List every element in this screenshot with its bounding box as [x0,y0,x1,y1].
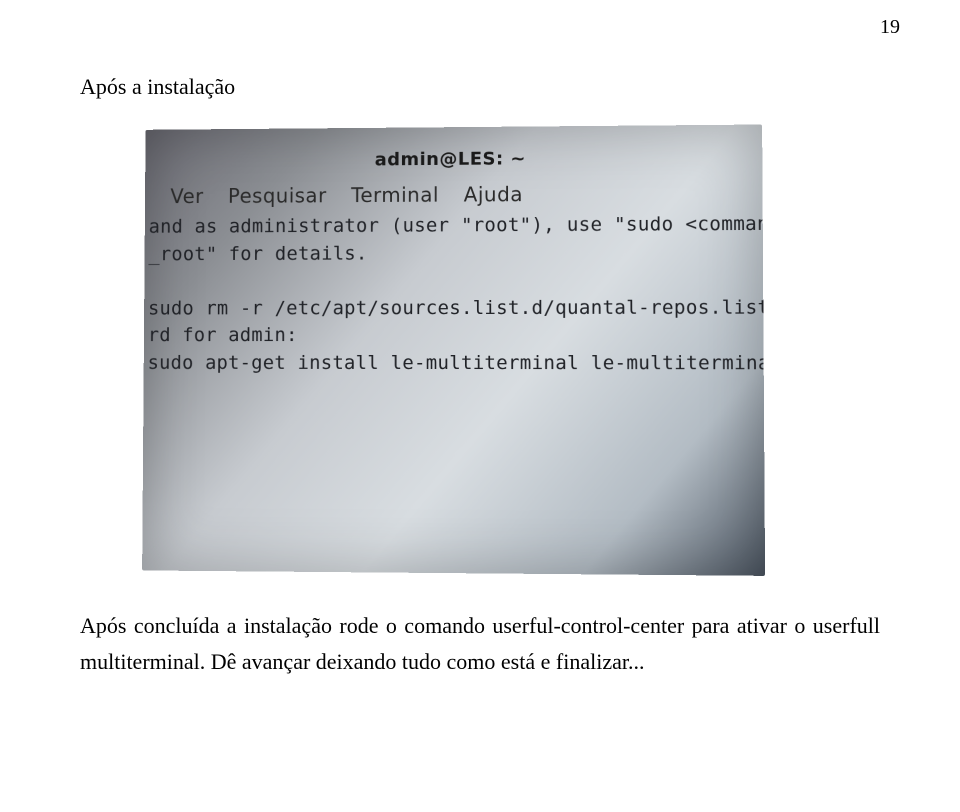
terminal-output: and as administrator (user "root"), use … [144,211,764,378]
section-heading: Após a instalação [80,74,880,100]
document-page: 19 Após a instalação admin@LES: ~ Ver Pe… [0,0,960,812]
page-number: 19 [880,16,900,39]
terminal-menu-bar: Ver Pesquisar Terminal Ajuda [170,182,523,208]
body-paragraph: Após concluída a instalação rode o coman… [80,608,880,681]
terminal-window-title: admin@LES: ~ [145,147,762,172]
terminal-photo: admin@LES: ~ Ver Pesquisar Terminal Ajud… [142,125,765,576]
terminal-photo-wrapper: admin@LES: ~ Ver Pesquisar Terminal Ajud… [140,126,760,572]
